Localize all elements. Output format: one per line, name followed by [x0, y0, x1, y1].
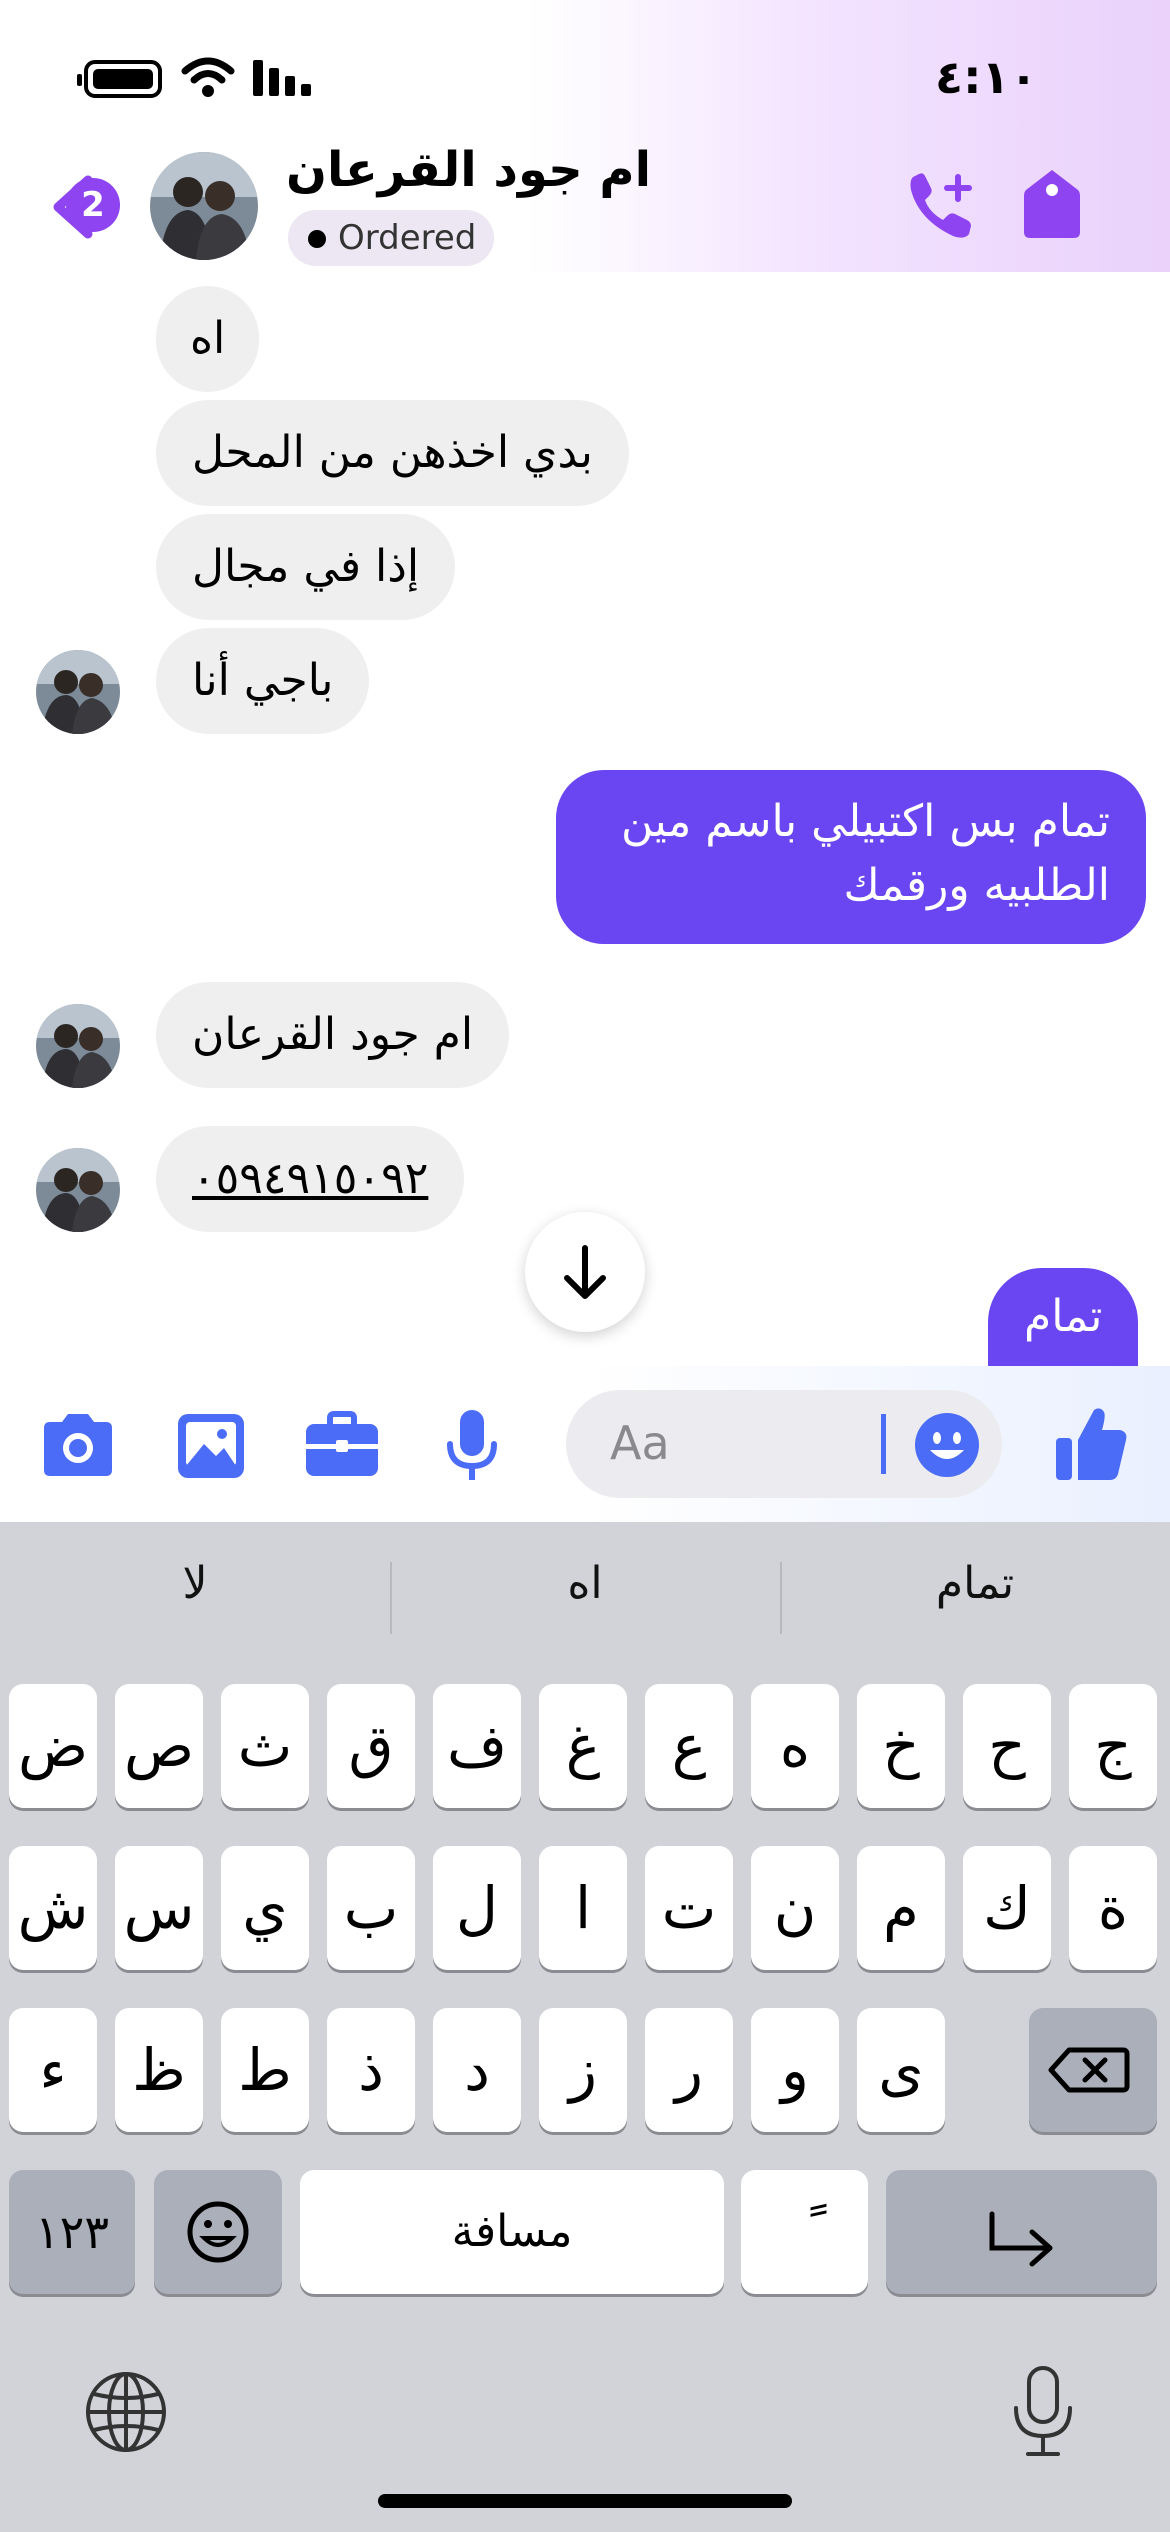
key[interactable]: ب: [327, 1846, 415, 1970]
delete-icon: [1048, 2047, 1130, 2093]
home-indicator[interactable]: [378, 2494, 792, 2508]
key[interactable]: ا: [539, 1846, 627, 1970]
key[interactable]: ف: [433, 1684, 521, 1808]
key[interactable]: ك: [963, 1846, 1051, 1970]
key[interactable]: ص: [115, 1684, 203, 1808]
key[interactable]: د: [433, 2008, 521, 2132]
key[interactable]: ه: [751, 1684, 839, 1808]
message-input[interactable]: Aa: [566, 1390, 1002, 1498]
key[interactable]: ض: [9, 1684, 97, 1808]
key[interactable]: ل: [433, 1846, 521, 1970]
sender-avatar[interactable]: [36, 1004, 120, 1088]
outgoing-message[interactable]: تمام: [988, 1268, 1139, 1366]
ordered-status-badge[interactable]: Ordered: [288, 210, 495, 266]
key[interactable]: ة: [1069, 1846, 1157, 1970]
key[interactable]: ث: [221, 1684, 309, 1808]
sender-avatar[interactable]: [36, 650, 120, 734]
key[interactable]: ج: [1069, 1684, 1157, 1808]
key[interactable]: ع: [645, 1684, 733, 1808]
return-key[interactable]: [886, 2170, 1157, 2294]
key[interactable]: ح: [963, 1684, 1051, 1808]
key[interactable]: ى: [857, 2008, 945, 2132]
key[interactable]: ز: [539, 2008, 627, 2132]
text-cursor: [881, 1414, 886, 1474]
ordered-label: Ordered: [338, 218, 477, 258]
emoji-keyboard-icon: [187, 2201, 249, 2263]
emoji-key[interactable]: [154, 2170, 282, 2294]
outgoing-message[interactable]: تمام بس اكتبيلي باسم مين الطلبيه ورقمك: [556, 770, 1146, 944]
key[interactable]: ق: [327, 1684, 415, 1808]
space-key[interactable]: مسافة: [300, 2170, 724, 2294]
camera-icon[interactable]: [38, 1412, 118, 1478]
gallery-icon[interactable]: [176, 1412, 246, 1480]
emoji-icon[interactable]: [914, 1412, 980, 1478]
add-call-icon[interactable]: [905, 168, 981, 244]
return-icon: [989, 2211, 1053, 2267]
key[interactable]: غ: [539, 1684, 627, 1808]
sender-avatar[interactable]: [36, 1148, 120, 1232]
contact-name[interactable]: ام جود القرعان: [286, 142, 651, 198]
contact-avatar[interactable]: [150, 152, 258, 260]
like-icon[interactable]: [1054, 1404, 1128, 1482]
arrow-down-icon: [564, 1245, 606, 1299]
suggestion-tamam[interactable]: تمام: [780, 1558, 1170, 1609]
battery-icon: [77, 60, 162, 98]
dictation-mic-icon[interactable]: [1008, 2364, 1078, 2460]
key[interactable]: و: [751, 2008, 839, 2132]
globe-icon[interactable]: [84, 2370, 168, 2454]
backspace-key[interactable]: [1029, 2008, 1157, 2132]
key[interactable]: س: [115, 1846, 203, 1970]
briefcase-icon[interactable]: [304, 1410, 380, 1480]
incoming-message[interactable]: اه: [156, 286, 260, 392]
status-time: ٤:١٠: [935, 50, 1038, 104]
key[interactable]: ء: [9, 2008, 97, 2132]
key[interactable]: ذ: [327, 2008, 415, 2132]
numbers-key[interactable]: ١٢٣: [9, 2170, 135, 2294]
key[interactable]: ش: [9, 1846, 97, 1970]
phone-number-message[interactable]: ٠٥٩٤٩١٥٠٩٢: [156, 1126, 465, 1232]
incoming-message[interactable]: باجي أنا: [156, 628, 370, 734]
key[interactable]: م: [857, 1846, 945, 1970]
status-dot: [308, 230, 326, 248]
incoming-message[interactable]: بدي اخذهن من المحل: [156, 400, 629, 506]
key[interactable]: خ: [857, 1684, 945, 1808]
wifi-icon: [181, 57, 235, 97]
unread-badge: 2: [66, 178, 120, 232]
key[interactable]: ر: [645, 2008, 733, 2132]
incoming-message[interactable]: ام جود القرعان: [156, 982, 510, 1088]
key[interactable]: ظ: [115, 2008, 203, 2132]
key[interactable]: ت: [645, 1846, 733, 1970]
suggestion-ah[interactable]: اه: [390, 1558, 780, 1609]
message-input-placeholder: Aa: [610, 1416, 670, 1470]
suggestion-la[interactable]: لا: [0, 1558, 390, 1609]
scroll-down-button[interactable]: [525, 1212, 645, 1332]
microphone-icon[interactable]: [444, 1408, 500, 1486]
incoming-message[interactable]: إذا في مجال: [156, 514, 456, 620]
tag-icon[interactable]: [1022, 168, 1082, 240]
key[interactable]: ط: [221, 2008, 309, 2132]
key[interactable]: ي: [221, 1846, 309, 1970]
key[interactable]: ن: [751, 1846, 839, 1970]
diacritic-key[interactable]: ً: [741, 2170, 868, 2294]
signal-icon: [253, 60, 311, 96]
